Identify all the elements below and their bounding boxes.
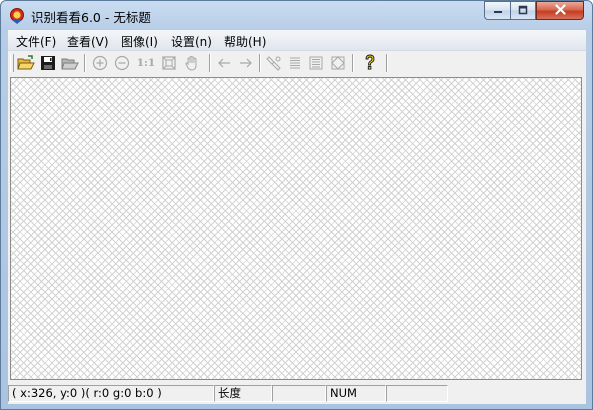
status-bar: ( x:326, y:0 )( r:0 g:0 b:0 ) 长度 NUM [8, 383, 586, 404]
window-title: 识别看看6.0 - 无标题 [31, 10, 151, 25]
toolbar-separator [84, 54, 86, 72]
actual-size-icon[interactable]: 1:1 [134, 53, 158, 73]
menu-help[interactable]: 帮助(H) [224, 33, 266, 50]
maximize-button[interactable] [510, 1, 536, 20]
crop-frame-icon[interactable] [328, 53, 348, 73]
text-columns-icon[interactable] [306, 53, 326, 73]
status-blank-2 [386, 385, 448, 402]
hand-pan-icon[interactable] [182, 53, 202, 73]
app-window: 识别看看6.0 - 无标题 文件(F) 查看(V) 图像(I) 设置(n) 帮助… [0, 0, 593, 410]
close-button[interactable] [536, 1, 584, 20]
status-blank-1 [272, 385, 326, 402]
text-lines-icon[interactable] [285, 53, 305, 73]
title-bar[interactable]: 识别看看6.0 - 无标题 [1, 1, 592, 29]
status-length-label: 长度 [214, 385, 272, 402]
toolbar-grip[interactable] [10, 54, 14, 72]
close-icon [554, 3, 566, 18]
menu-bar: 文件(F) 查看(V) 图像(I) 设置(n) 帮助(H) [8, 30, 586, 51]
menu-settings[interactable]: 设置(n) [171, 33, 212, 50]
open-folder-icon[interactable] [16, 53, 36, 73]
save-disk-icon[interactable] [38, 53, 58, 73]
toolbar-separator [386, 54, 388, 72]
minimize-icon [493, 4, 503, 18]
status-num: NUM [326, 385, 386, 402]
zoom-out-icon[interactable] [112, 53, 132, 73]
back-arrow-icon[interactable] [214, 53, 234, 73]
help-question-icon[interactable] [360, 53, 380, 73]
toolbar-separator [209, 54, 211, 72]
menu-view[interactable]: 查看(V) [67, 33, 109, 50]
toolbar: 1:1 [8, 51, 586, 75]
toolbar-separator [259, 54, 261, 72]
menu-image[interactable]: 图像(I) [121, 33, 158, 50]
zoom-in-icon[interactable] [90, 53, 110, 73]
fit-window-icon[interactable] [159, 53, 179, 73]
status-coords: ( x:326, y:0 )( r:0 g:0 b:0 ) [8, 385, 214, 402]
open-recent-icon[interactable] [60, 53, 80, 73]
menu-file[interactable]: 文件(F) [16, 33, 56, 50]
image-canvas[interactable] [10, 77, 582, 380]
app-logo-icon[interactable] [9, 8, 25, 24]
forward-arrow-icon[interactable] [236, 53, 256, 73]
maximize-icon [518, 4, 528, 18]
actual-size-label: 1:1 [136, 57, 156, 69]
ocr-tool-icon[interactable] [264, 53, 284, 73]
client-area: 文件(F) 查看(V) 图像(I) 设置(n) 帮助(H) 1:1 (x:32… [8, 30, 586, 404]
toolbar-separator [352, 54, 354, 72]
minimize-button[interactable] [484, 1, 510, 20]
